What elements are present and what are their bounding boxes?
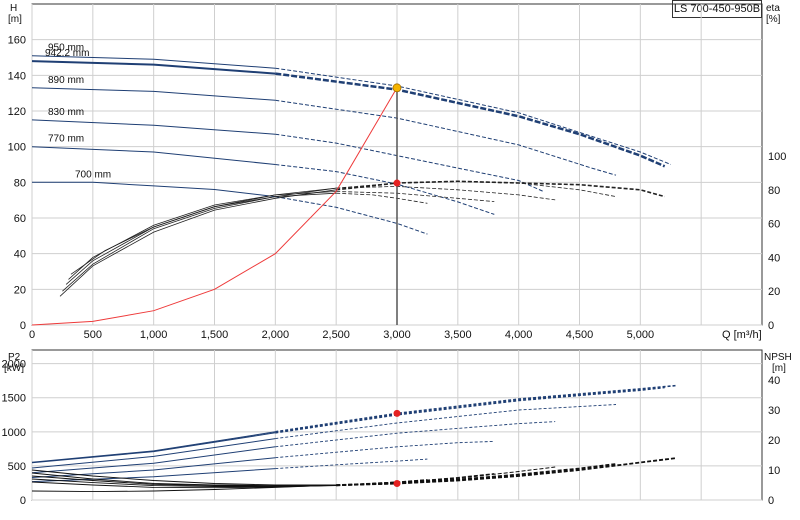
y-tick-label: 1000 [2,427,26,439]
npsh-curve-extension [336,463,617,487]
y-axis-unit: [m] [8,14,22,25]
y-axis-unit: [kW] [4,363,24,374]
y-tick-label: 100 [8,142,26,154]
x-tick-label: 1,000 [140,329,168,341]
y2-tick-label: 40 [768,252,780,264]
head-curve-extension [275,164,495,215]
x-tick-label: 2,000 [262,329,290,341]
y2-tick-label: 10 [768,465,780,477]
y-tick-label: 40 [14,249,26,261]
y-tick-label: 60 [14,213,26,225]
duty-point-head [392,83,402,93]
y-tick-label: 120 [8,106,26,118]
y2-axis-title: NPSH [764,352,792,363]
x-tick-label: 5,000 [627,329,655,341]
head-curve-extension [275,72,666,168]
x-tick-label: 3,000 [383,329,411,341]
y-axis-title: P2 [8,352,21,363]
y2-tick-label: 20 [768,286,780,298]
power-curve-extension [275,440,495,459]
y-tick-label: 140 [8,70,26,82]
impeller-diameter-label: 700 mm [75,169,111,180]
x-tick-label: 500 [84,329,102,341]
power-curve-extension [275,458,428,470]
y-tick-label: 20 [14,284,26,296]
y2-axis-unit: [m] [772,363,786,374]
y-tick-label: 80 [14,177,26,189]
x-tick-label: 1,500 [201,329,229,341]
x-axis-unit-label: Q [m³/h] [722,329,762,341]
pump-performance-chart: 950 mm942.2 mm890 mm830 mm770 mm700 mm 0… [2,3,792,507]
y2-tick-label: 100 [768,151,786,163]
x-tick-label: 4,000 [505,329,533,341]
impeller-diameter-label: 830 mm [48,107,84,118]
efficiency-curve-extension [336,191,495,202]
x-tick-label: 3,500 [444,329,472,341]
x-tick-label: 2,500 [322,329,350,341]
impeller-diameter-label: 942.2 mm [45,48,89,59]
efficiency-curve-extension [336,185,556,201]
y-tick-label: 160 [8,35,26,47]
y2-tick-label: 80 [768,185,780,197]
top-curves: 950 mm942.2 mm890 mm830 mm770 mm700 mm [31,43,671,326]
y-tick-label: 0 [20,495,26,507]
y-tick-label: 1500 [2,393,26,405]
efficiency-curve [68,191,337,280]
efficiency-curve [62,187,337,292]
impeller-diameter-label: 890 mm [48,75,84,86]
y2-tick-label: 30 [768,405,780,417]
head-curve-extension [275,196,428,235]
y2-tick-label: 0 [768,495,774,507]
duty-point-efficiency [393,179,401,187]
y-axis-title: H [10,3,17,14]
y2-tick-label: 0 [768,320,774,332]
duty-point-npsh [393,480,401,487]
power-curve-extension [275,386,665,434]
efficiency-curve-extension [336,192,428,204]
y-tick-label: 500 [8,461,26,473]
y-tick-label: 0 [20,320,26,332]
y2-axis-title: eta [766,3,780,14]
efficiency-curve-extension [336,180,617,197]
impeller-diameter-label: 770 mm [48,134,84,145]
efficiency-curve [65,187,337,285]
y2-axis-unit: [%] [766,14,781,25]
x-tick-label: 0 [29,329,35,341]
y2-tick-label: 20 [768,435,780,447]
power-curve-extension [275,384,677,433]
y2-tick-label: 60 [768,219,780,231]
y2-tick-label: 40 [768,375,780,387]
head-curve-extension [275,99,617,176]
x-tick-label: 4,500 [566,329,594,341]
efficiency-curve [70,192,337,275]
duty-point-power [393,409,401,417]
efficiency-curve [59,189,337,297]
bottom-curves [31,384,677,493]
